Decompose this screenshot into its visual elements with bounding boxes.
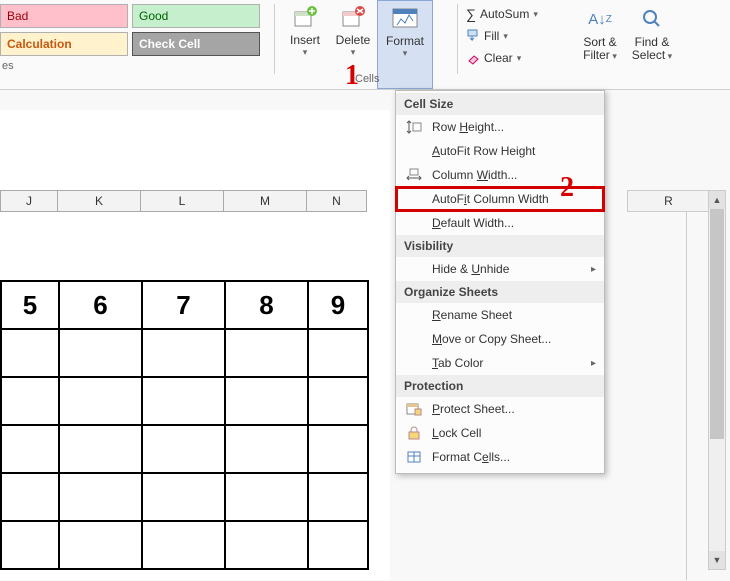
menu-section-cell-size: Cell Size [396,93,604,115]
menu-section-protection: Protection [396,375,604,397]
data-grid[interactable]: 5 6 7 8 9 [0,280,369,570]
separator [274,4,275,74]
cell[interactable]: 7 [142,281,225,329]
annotation-2: 2 [560,172,574,204]
format-dropdown-menu: Cell Size Row Height... AutoFit Row Heig… [395,90,605,474]
editing-group: ∑ AutoSum ▾ Fill ▾ Clear ▾ [464,0,574,89]
clear-label: Clear [484,51,513,65]
cell[interactable]: 5 [1,281,59,329]
menu-protect-sheet[interactable]: Protect Sheet... [396,397,604,421]
menu-label: Column Width... [432,168,517,182]
protect-sheet-icon [406,402,424,416]
insert-label: Insert [290,34,320,47]
menu-label: AutoFit Row Height [432,144,535,158]
format-label: Format [386,35,424,48]
menu-lock-cell[interactable]: Lock Cell [396,421,604,445]
menu-label: Move or Copy Sheet... [432,332,551,346]
menu-row-height[interactable]: Row Height... [396,115,604,139]
find-select-button[interactable]: Find &Select ▾ [626,2,678,89]
chevron-down-icon: ▾ [517,53,522,64]
styles-gallery: Bad Good Calculation Check Cell es [0,0,268,89]
scroll-down-button[interactable]: ▼ [709,551,725,569]
menu-label: Default Width... [432,216,514,230]
format-cells-icon [406,450,424,464]
cell[interactable]: 9 [308,281,368,329]
vertical-scrollbar[interactable]: ▲ ▼ [708,190,726,570]
styles-group-label: es [0,60,264,72]
menu-label: Protect Sheet... [432,402,515,416]
cell[interactable]: 6 [59,281,142,329]
magnifier-icon [637,4,667,34]
submenu-arrow-icon: ▸ [591,358,596,369]
style-check-cell[interactable]: Check Cell [132,32,260,56]
style-calculation[interactable]: Calculation [0,32,128,56]
col-header-M[interactable]: M [224,190,307,212]
insert-cells-icon [290,2,320,32]
menu-hide-unhide[interactable]: Hide & Unhide ▸ [396,257,604,281]
menu-label: Row Height... [432,120,504,134]
menu-label: Format Cells... [432,450,510,464]
menu-default-width[interactable]: Default Width... [396,211,604,235]
menu-format-cells[interactable]: Format Cells... [396,445,604,469]
autosum-label: AutoSum [480,7,529,21]
menu-section-organize: Organize Sheets [396,281,604,303]
sort-filter-label: Sort &Filter ▾ [583,36,617,63]
submenu-arrow-icon: ▸ [591,264,596,275]
col-header-J[interactable]: J [0,190,58,212]
menu-autofit-row-height[interactable]: AutoFit Row Height [396,139,604,163]
ribbon: Bad Good Calculation Check Cell es Inser… [0,0,730,90]
scroll-up-button[interactable]: ▲ [709,191,725,209]
col-header-R[interactable]: R [627,190,710,212]
delete-label: Delete [336,34,371,47]
delete-cells-icon [338,2,368,32]
cell[interactable]: 8 [225,281,308,329]
style-good[interactable]: Good [132,4,260,28]
chevron-down-icon: ▾ [503,31,508,42]
sigma-icon: ∑ [466,6,476,22]
menu-label: Rename Sheet [432,308,512,322]
chevron-down-icon: ▾ [351,47,356,58]
chevron-down-icon: ▾ [303,47,308,58]
chevron-down-icon: ▾ [533,9,538,20]
chevron-down-icon: ▾ [403,48,408,59]
find-select-label: Find &Select ▾ [632,36,672,63]
menu-rename-sheet[interactable]: Rename Sheet [396,303,604,327]
col-header-L[interactable]: L [141,190,224,212]
sort-filter-button[interactable]: A↓Z Sort &Filter ▾ [574,2,626,89]
column-width-icon [406,168,424,182]
menu-label: Tab Color [432,356,483,370]
format-icon [390,3,420,33]
clear-button[interactable]: Clear ▾ [466,48,568,68]
lock-icon [406,426,424,440]
menu-label: AutoFit Column Width [432,192,549,206]
sort-az-icon: A↓Z [585,4,615,34]
separator [457,4,458,74]
row-height-icon [406,120,424,134]
menu-move-copy-sheet[interactable]: Move or Copy Sheet... [396,327,604,351]
fill-button[interactable]: Fill ▾ [466,26,568,46]
column-headers: J K L M N [0,190,367,212]
col-header-N[interactable]: N [307,190,367,212]
fill-label: Fill [484,29,499,43]
scroll-thumb[interactable] [710,209,724,439]
format-button[interactable]: Format ▾ [377,0,433,89]
annotation-1: 1 [345,60,359,92]
style-bad[interactable]: Bad [0,4,128,28]
autosum-button[interactable]: ∑ AutoSum ▾ [466,4,568,24]
fill-down-icon [466,29,480,43]
insert-button[interactable]: Insert ▾ [281,0,329,89]
menu-tab-color[interactable]: Tab Color ▸ [396,351,604,375]
eraser-icon [466,51,480,65]
col-header-K[interactable]: K [58,190,141,212]
menu-section-visibility: Visibility [396,235,604,257]
menu-label: Hide & Unhide [432,262,509,276]
menu-label: Lock Cell [432,426,481,440]
sheet-columns-right[interactable] [605,212,687,580]
